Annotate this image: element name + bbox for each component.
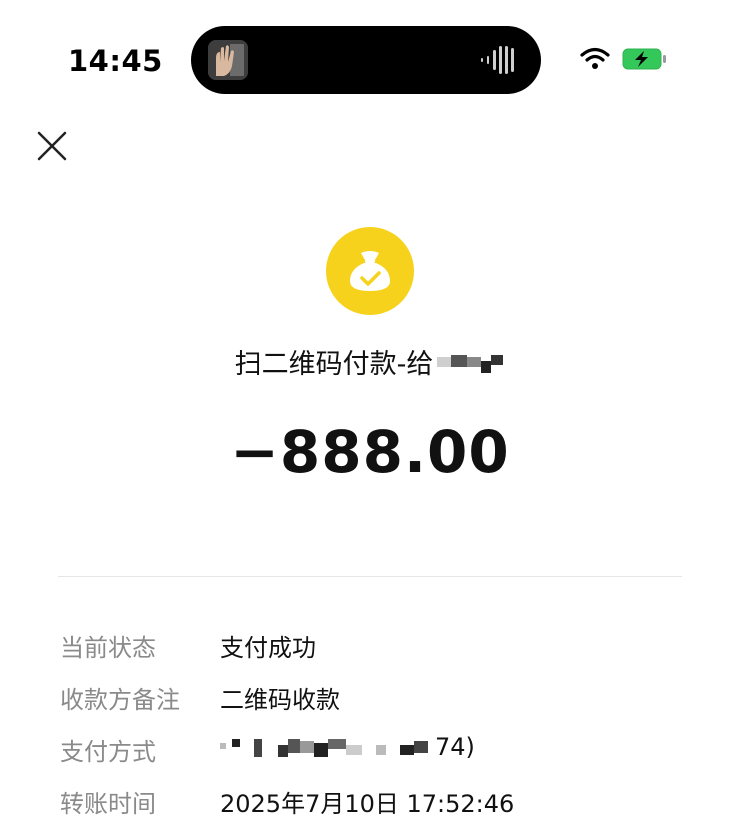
- card-tail-digits: 74): [435, 733, 475, 761]
- memo-value: 二维码收款: [220, 686, 340, 714]
- wifi-icon: [580, 47, 610, 69]
- status-time: 14:45: [68, 44, 163, 78]
- payment-method-label: 支付方式: [60, 738, 156, 766]
- memo-label: 收款方备注: [60, 686, 180, 714]
- detail-row-transfer-time: 转账时间 2025年7月10日 17:52:46: [60, 784, 700, 818]
- close-button[interactable]: [34, 128, 70, 164]
- payment-title: 扫二维码付款-给: [0, 342, 740, 381]
- payment-title-text: 扫二维码付款-给: [234, 349, 434, 380]
- battery-charging-icon: [622, 48, 666, 70]
- status-label: 当前状态: [60, 634, 156, 662]
- redacted-payee-name: [437, 354, 504, 373]
- status-value: 支付成功: [220, 634, 316, 662]
- redacted-card-info: [220, 739, 428, 757]
- dynamic-island[interactable]: [191, 26, 541, 94]
- money-bag-check-icon: [326, 227, 414, 315]
- detail-row-memo: 收款方备注 二维码收款: [60, 680, 700, 714]
- now-playing-thumbnail: [208, 40, 248, 80]
- payment-method-value: 74): [220, 732, 475, 761]
- detail-row-status: 当前状态 支付成功: [60, 628, 700, 662]
- payment-detail-screen: 14:45 扫二维码付款-给 −888.00 当前状态 支付成功 收款方备注 二…: [0, 0, 740, 829]
- audio-wave-icon: [481, 46, 514, 74]
- payment-amount: −888.00: [230, 418, 510, 486]
- divider: [58, 576, 682, 577]
- detail-row-payment-method[interactable]: 支付方式 74): [60, 732, 700, 766]
- transfer-time-value: 2025年7月10日 17:52:46: [220, 790, 515, 818]
- transfer-time-label: 转账时间: [60, 790, 156, 818]
